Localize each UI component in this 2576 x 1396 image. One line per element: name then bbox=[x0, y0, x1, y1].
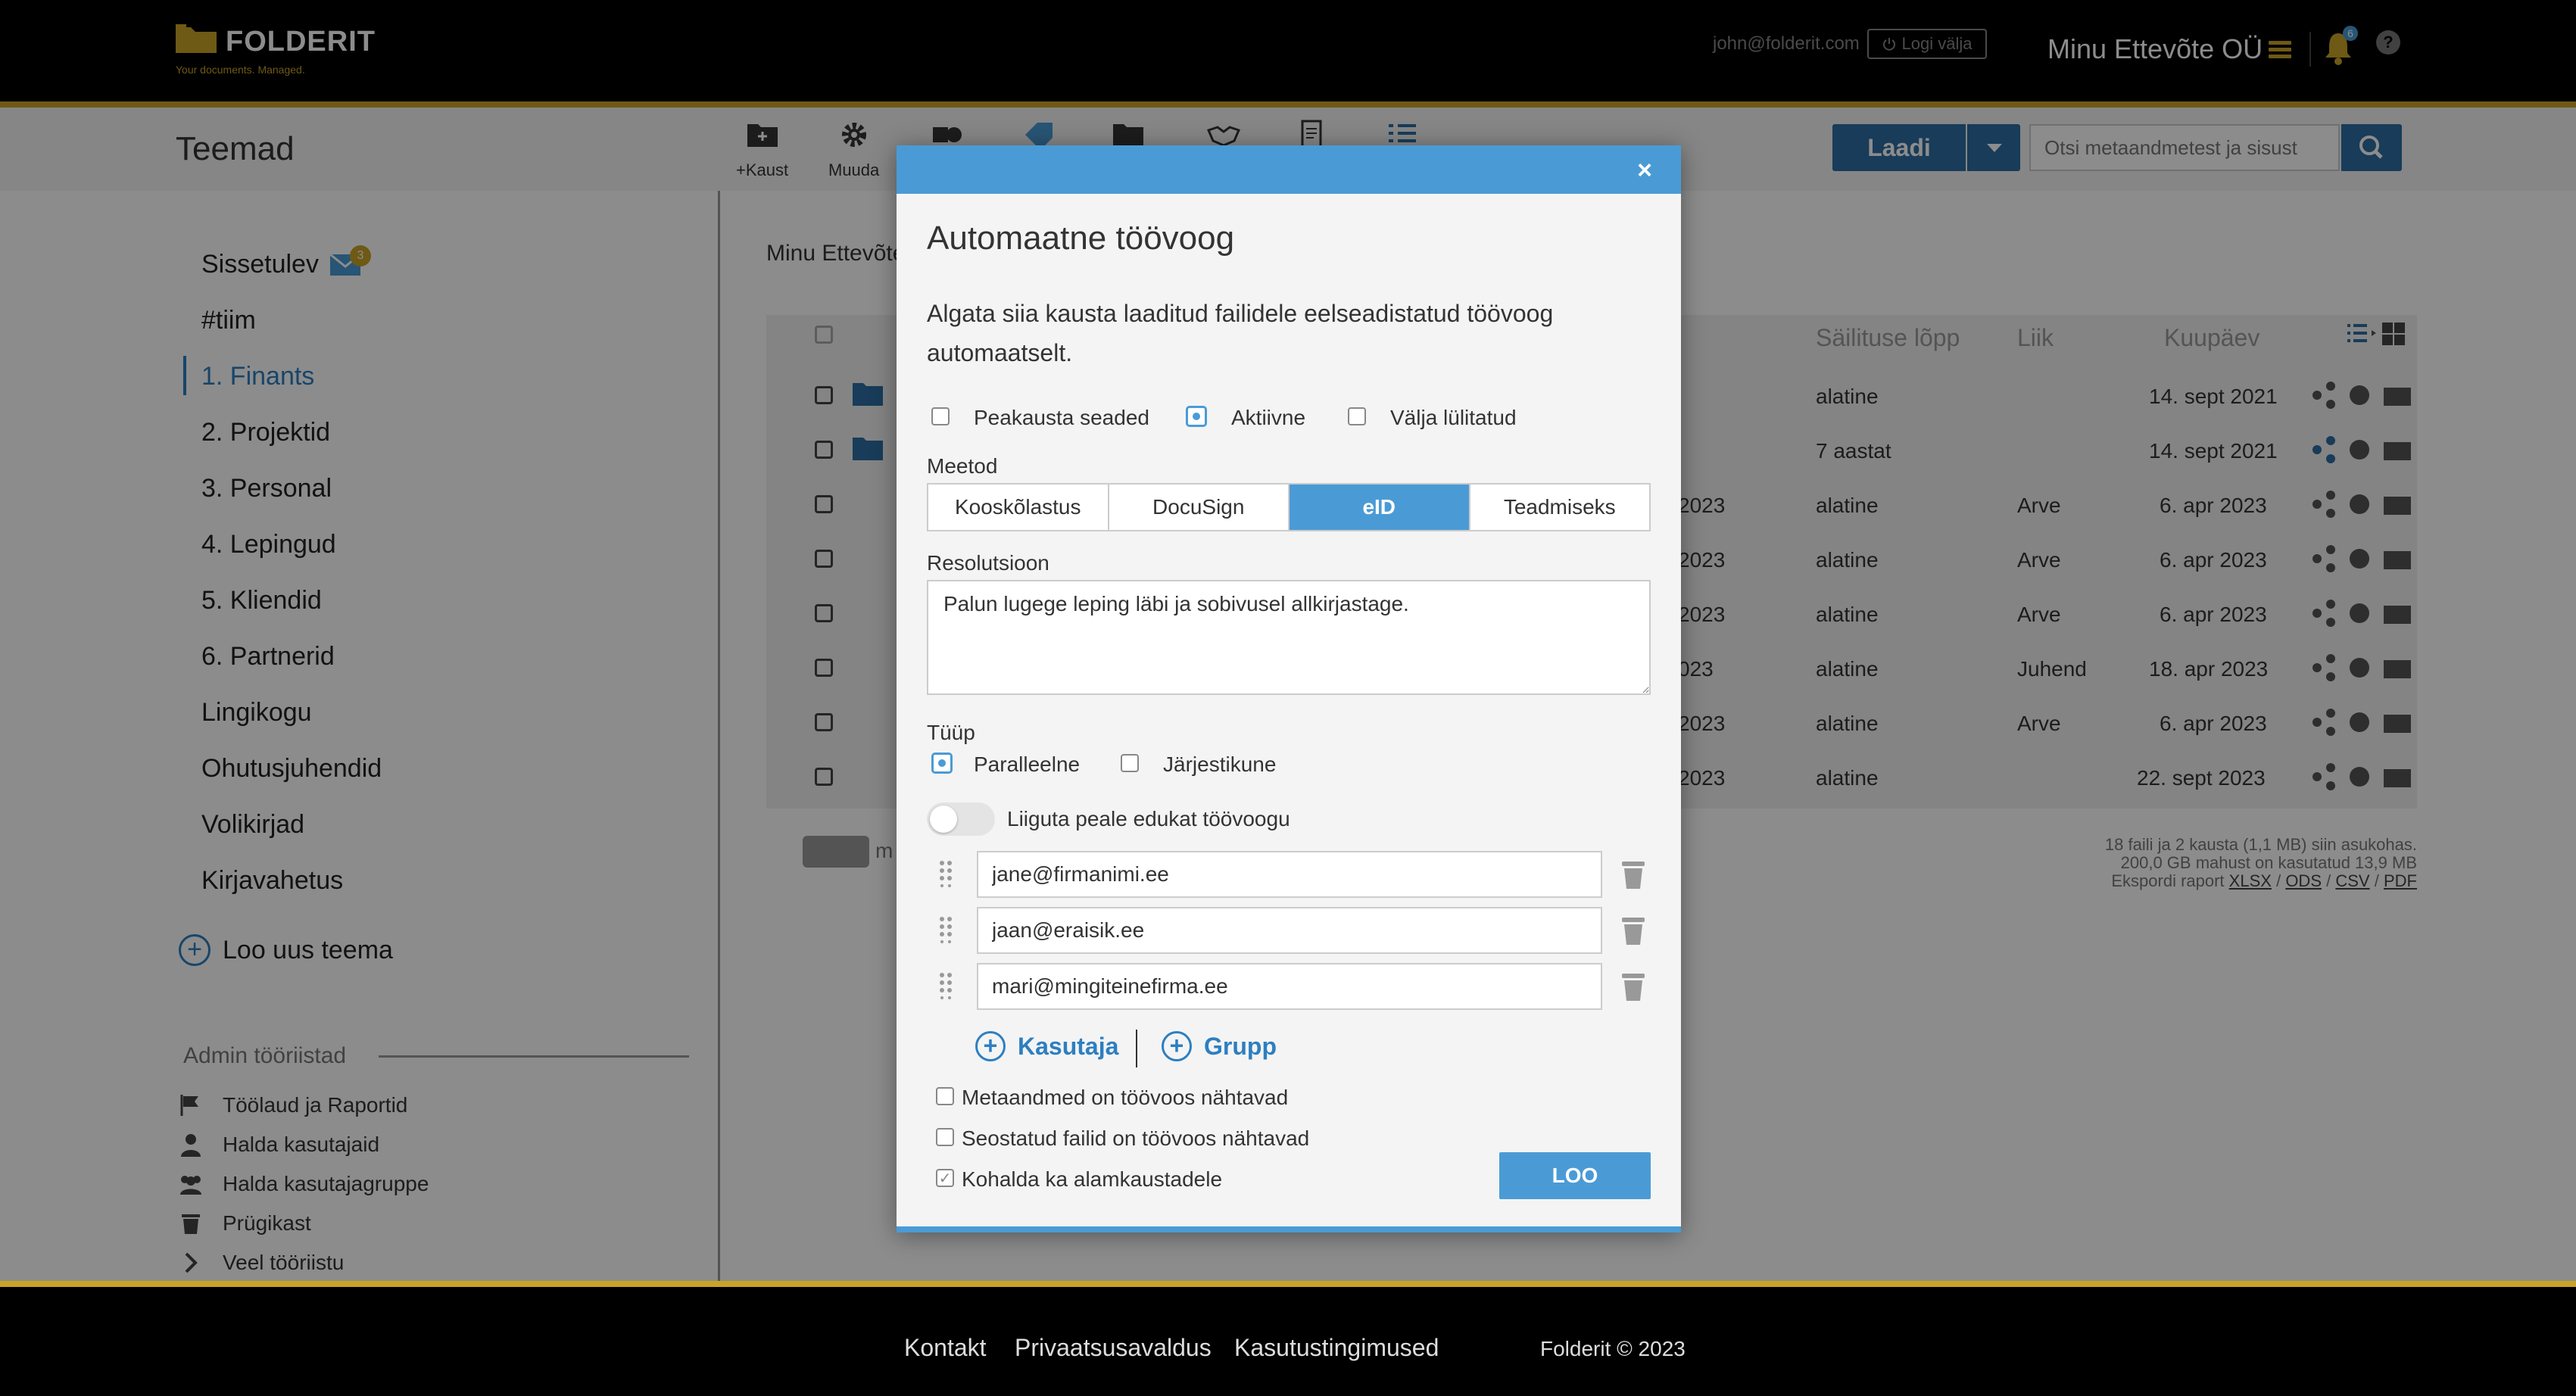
plus-circle-icon: + bbox=[1162, 1031, 1192, 1061]
active-label[interactable]: Aktiivne bbox=[1231, 406, 1305, 430]
add-separator bbox=[1136, 1030, 1137, 1067]
parallel-label[interactable]: Paralleelne bbox=[974, 753, 1080, 777]
recipient-email-input[interactable] bbox=[977, 963, 1602, 1010]
add-group-label: Grupp bbox=[1204, 1032, 1277, 1060]
resolution-textarea[interactable]: Palun lugege leping läbi ja sobivusel al… bbox=[927, 580, 1651, 695]
modal-header: × bbox=[897, 145, 1681, 194]
close-icon[interactable]: × bbox=[1637, 156, 1652, 185]
method-option-approval[interactable]: Kooskõlastus bbox=[928, 485, 1109, 530]
add-group-button[interactable]: + Grupp bbox=[1162, 1031, 1277, 1061]
trash-icon[interactable] bbox=[1620, 860, 1646, 890]
apply-subfolders-checkbox[interactable]: ✓ bbox=[936, 1169, 954, 1187]
footer-copyright: Folderit © 2023 bbox=[1540, 1337, 1686, 1360]
linked-files-checkbox[interactable] bbox=[936, 1128, 954, 1146]
recipient-email-input[interactable] bbox=[977, 851, 1602, 898]
drag-handle-icon[interactable] bbox=[939, 860, 953, 887]
disabled-radio[interactable] bbox=[1348, 407, 1366, 425]
plus-circle-icon: + bbox=[975, 1031, 1006, 1061]
method-option-eid[interactable]: eID bbox=[1290, 485, 1470, 530]
move-after-workflow-toggle[interactable] bbox=[927, 802, 995, 836]
sequential-label[interactable]: Järjestikune bbox=[1163, 753, 1276, 777]
metadata-visible-checkbox[interactable] bbox=[936, 1087, 954, 1105]
parent-settings-radio[interactable] bbox=[931, 407, 950, 425]
parallel-radio[interactable] bbox=[931, 753, 953, 774]
create-button[interactable]: LOO bbox=[1499, 1152, 1651, 1199]
metadata-visible-label[interactable]: Metaandmed on töövoos nähtavad bbox=[962, 1086, 1288, 1110]
apply-subfolders-label[interactable]: Kohalda ka alamkaustadele bbox=[962, 1167, 1222, 1192]
trash-icon[interactable] bbox=[1620, 972, 1646, 1002]
footer-accent bbox=[0, 1281, 2576, 1287]
footer-contact-link[interactable]: Kontakt bbox=[904, 1334, 987, 1362]
drag-handle-icon[interactable] bbox=[939, 972, 953, 999]
recipient-email-input[interactable] bbox=[977, 907, 1602, 954]
modal-title: Automaatne töövoog bbox=[927, 220, 1235, 257]
sequential-radio[interactable] bbox=[1121, 754, 1139, 772]
trash-icon[interactable] bbox=[1620, 916, 1646, 946]
disabled-label[interactable]: Välja lülitatud bbox=[1390, 406, 1517, 430]
add-user-button[interactable]: + Kasutaja bbox=[975, 1031, 1118, 1061]
linked-files-label[interactable]: Seostatud failid on töövoos nähtavad bbox=[962, 1126, 1309, 1151]
move-after-workflow-label: Liiguta peale edukat töövoogu bbox=[1007, 807, 1290, 830]
method-label: Meetod bbox=[927, 454, 998, 478]
drag-handle-icon[interactable] bbox=[939, 916, 953, 943]
footer-privacy-link[interactable]: Privaatsusavaldus bbox=[1015, 1334, 1212, 1362]
type-label: Tüüp bbox=[927, 721, 975, 744]
active-radio[interactable] bbox=[1186, 406, 1207, 427]
modal-description: Algata siia kausta laaditud failidele ee… bbox=[927, 300, 1554, 366]
method-selector: Kooskõlastus DocuSign eID Teadmiseks bbox=[927, 483, 1651, 531]
method-option-docusign[interactable]: DocuSign bbox=[1109, 485, 1290, 530]
add-user-label: Kasutaja bbox=[1018, 1032, 1119, 1060]
parent-settings-label[interactable]: Peakausta seaded bbox=[974, 406, 1149, 430]
footer-terms-link[interactable]: Kasutustingimused bbox=[1234, 1334, 1439, 1362]
method-option-info[interactable]: Teadmiseks bbox=[1470, 485, 1650, 530]
workflow-modal: × Automaatne töövoog Algata siia kausta … bbox=[897, 145, 1681, 1232]
resolution-label: Resolutsioon bbox=[927, 551, 1049, 575]
